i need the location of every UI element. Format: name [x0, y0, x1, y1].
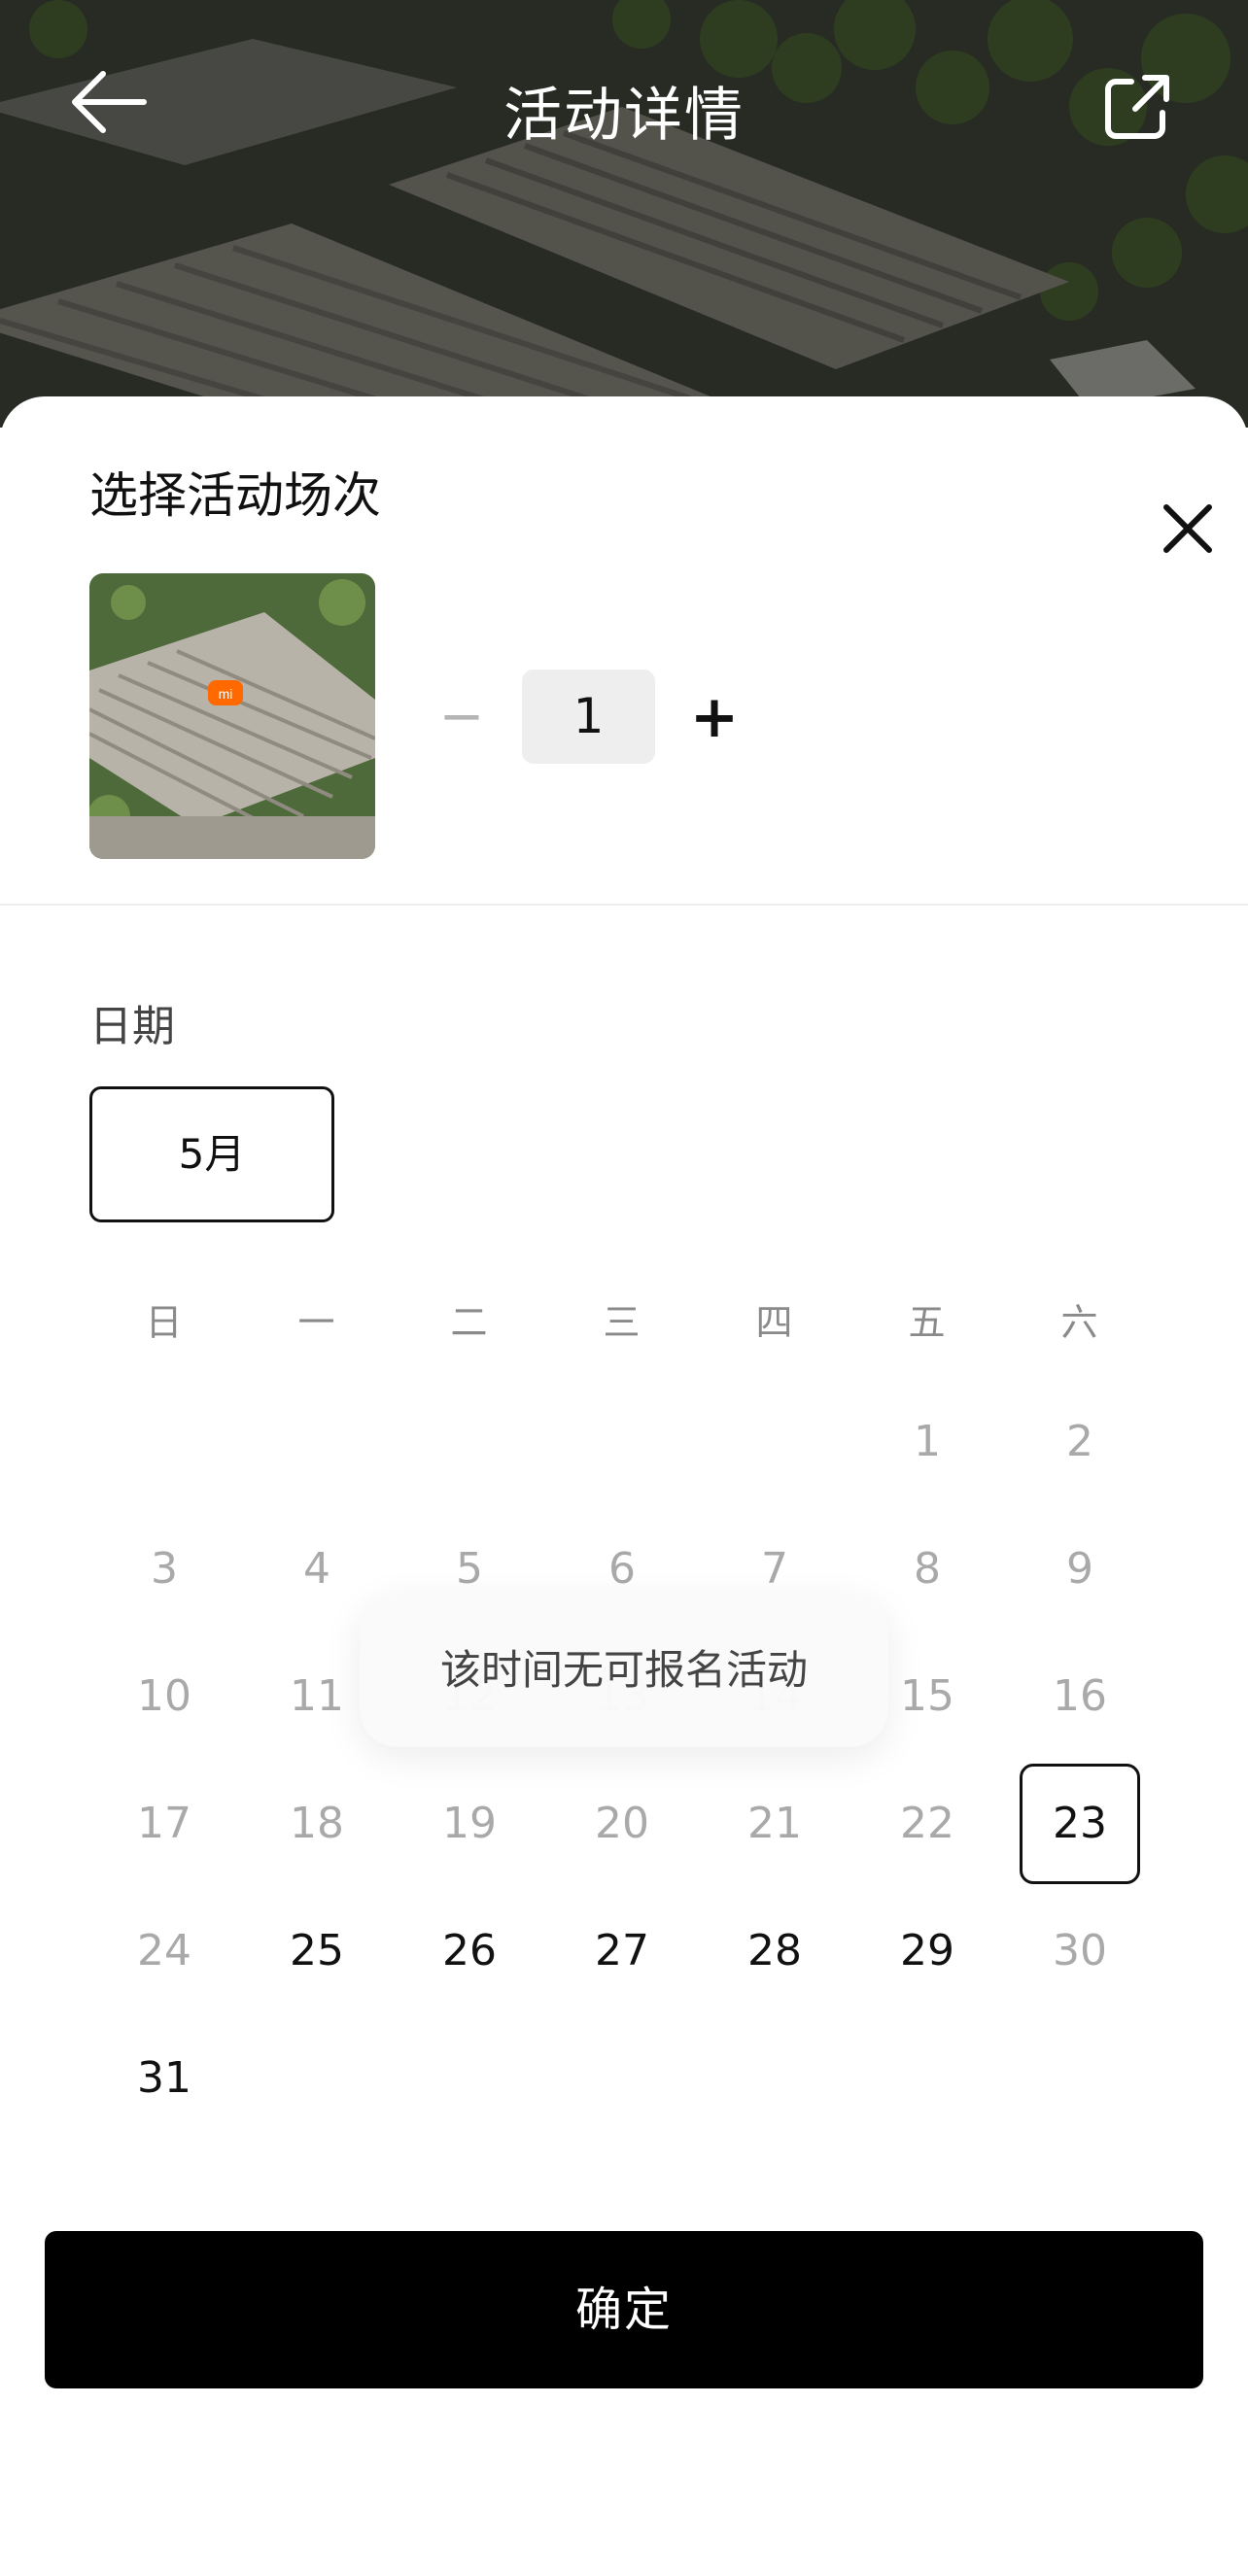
weekday-label: 六 [1060, 1301, 1098, 1344]
calendar-day: 18 [290, 1799, 344, 1848]
calendar-day: 17 [137, 1799, 191, 1848]
calendar-day: 9 [1066, 1544, 1093, 1594]
calendar-day[interactable]: 26 [409, 1891, 530, 2011]
session-picker-sheet: 选择活动场次 mi − 1 + 日期 5月 日 一 二 三 四 五 六 1 2 … [0, 396, 1248, 2576]
share-external-icon [1105, 75, 1169, 139]
calendar-day: 10 [137, 1671, 191, 1721]
calendar-day: 22 [900, 1799, 954, 1848]
weekday-label: 四 [755, 1301, 793, 1344]
quantity-increase-button[interactable]: + [685, 669, 744, 766]
calendar-day[interactable]: 25 [257, 1891, 377, 2011]
calendar-day[interactable]: 31 [104, 2018, 225, 2139]
weekday-label: 三 [603, 1301, 641, 1344]
calendar-day: 20 [595, 1799, 649, 1848]
calendar-day: 8 [914, 1544, 941, 1594]
calendar-day: 3 [151, 1544, 178, 1594]
close-icon [1163, 504, 1212, 553]
calendar-day[interactable]: 29 [867, 1891, 988, 2011]
weekday-label: 五 [908, 1301, 946, 1344]
month-chip[interactable]: 5月 [89, 1086, 334, 1222]
svg-text:mi: mi [219, 686, 233, 702]
calendar-day[interactable]: 28 [714, 1891, 835, 2011]
calendar-day[interactable]: 27 [562, 1891, 682, 2011]
weekday-label: 一 [297, 1301, 335, 1344]
calendar-day: 16 [1053, 1671, 1107, 1721]
calendar-day: 24 [137, 1926, 191, 1975]
top-nav-bar: 活动详情 [0, 58, 1248, 150]
quantity-decrease-button[interactable]: − [437, 669, 486, 766]
weekday-label: 二 [450, 1301, 488, 1344]
calendar-day: 4 [303, 1544, 330, 1594]
calendar-day-selected[interactable]: 23 [1020, 1764, 1140, 1884]
divider [0, 904, 1248, 906]
hero-banner: 活动详情 [0, 0, 1248, 428]
calendar-day: 21 [747, 1799, 802, 1848]
weekday-label: 日 [145, 1301, 183, 1344]
confirm-button[interactable]: 确定 [45, 2231, 1203, 2388]
calendar-day: 19 [442, 1799, 497, 1848]
date-section-label: 日期 [89, 1002, 175, 1051]
calendar-day: 30 [1053, 1926, 1107, 1975]
weekday-header: 日 一 二 三 四 五 六 [87, 1292, 1186, 1351]
activity-thumbnail: mi [89, 573, 375, 859]
quantity-value: 1 [522, 670, 655, 764]
close-button[interactable] [1157, 498, 1219, 560]
toast-message: 该时间无可报名活动 [360, 1594, 888, 1747]
share-button[interactable] [1098, 68, 1176, 146]
sheet-title: 选择活动场次 [89, 467, 381, 524]
calendar-day: 2 [1066, 1417, 1093, 1466]
calendar-day: 1 [914, 1417, 941, 1466]
page-title: 活动详情 [503, 82, 745, 150]
